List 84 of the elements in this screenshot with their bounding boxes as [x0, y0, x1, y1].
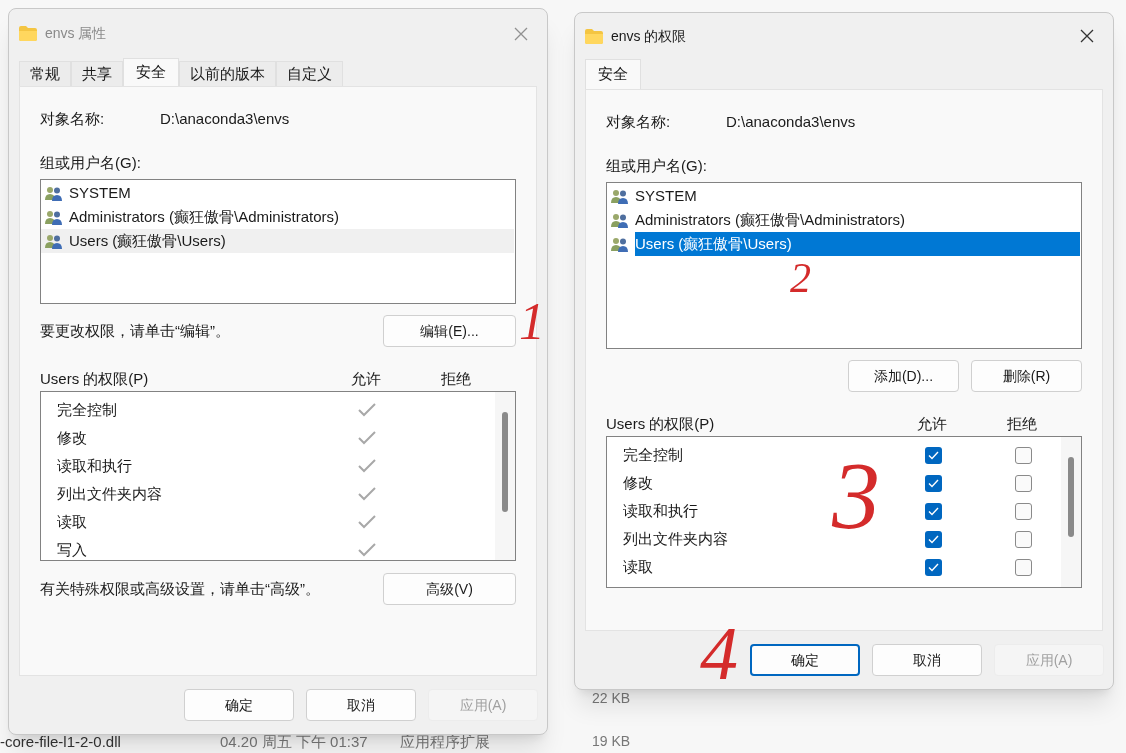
scrollbar-thumb[interactable]: [1068, 457, 1074, 537]
permission-name: 读取: [57, 511, 88, 532]
tab[interactable]: 共享: [71, 61, 123, 86]
users-icon: [611, 236, 629, 252]
dialog-button[interactable]: 确定: [750, 644, 860, 676]
permission-name: 读取和执行: [57, 455, 133, 476]
user-name[interactable]: SYSTEM: [635, 184, 1080, 208]
hint-text: 要更改权限，请单击“编辑”。: [40, 320, 230, 341]
object-label: 对象名称:: [40, 108, 106, 129]
check-icon: [927, 478, 939, 488]
annotation-number: 2: [790, 257, 811, 299]
checkbox[interactable]: [924, 446, 942, 464]
dialog-button[interactable]: 取消: [872, 644, 982, 676]
permission-name: 完全控制: [57, 399, 118, 420]
annotation-number: 1: [519, 296, 545, 348]
user-name[interactable]: Administrators (癫狂傲骨\Administrators): [69, 205, 514, 229]
column-header: 允许: [350, 368, 382, 389]
column-header: 允许: [916, 413, 948, 434]
check-icon: [927, 562, 939, 572]
scrollbar[interactable]: [495, 392, 515, 560]
checkbox[interactable]: [924, 530, 942, 548]
file-date: 04.20 周五 下午 01:37: [220, 732, 369, 752]
object-label: 对象名称:: [606, 111, 672, 132]
tab[interactable]: 常规: [19, 61, 71, 86]
tab[interactable]: 安全: [123, 58, 179, 86]
check-icon: [927, 506, 939, 516]
dialog-button[interactable]: 确定: [184, 689, 294, 721]
permissions-label: Users 的权限(P): [40, 368, 150, 389]
column-header: 拒绝: [1006, 413, 1038, 434]
checkbox[interactable]: [924, 474, 942, 492]
action-button[interactable]: 添加(D)...: [848, 360, 959, 392]
users-icon: [45, 233, 63, 249]
file-size: 19 KB: [592, 732, 631, 751]
users-icon: [45, 209, 63, 225]
permission-name: 读取和执行: [623, 500, 699, 521]
user-name[interactable]: SYSTEM: [69, 181, 514, 205]
object-path: D:\anaconda3\envs: [160, 108, 290, 129]
action-button[interactable]: 编辑(E)...: [383, 315, 516, 347]
permission-name: 列出文件夹内容: [57, 483, 163, 504]
action-button[interactable]: 删除(R): [971, 360, 1082, 392]
permission-name: 写入: [57, 539, 88, 560]
permission-name: 完全控制: [623, 444, 684, 465]
tab[interactable]: 自定义: [276, 61, 343, 86]
checkbox[interactable]: [1014, 530, 1032, 548]
annotation-number: 3: [832, 448, 880, 544]
folder-icon: [585, 28, 603, 44]
dialog-button[interactable]: 取消: [306, 689, 416, 721]
scrollbar[interactable]: [1061, 437, 1081, 587]
checkbox[interactable]: [924, 558, 942, 576]
checkbox[interactable]: [1014, 474, 1032, 492]
user-name[interactable]: Administrators (癫狂傲骨\Administrators): [635, 208, 1080, 232]
users-icon: [611, 188, 629, 204]
advanced-button[interactable]: 高级(V): [383, 573, 516, 605]
column-header: 拒绝: [440, 368, 472, 389]
file-size: 22 KB: [592, 689, 631, 708]
window-title: envs 的权限: [611, 26, 687, 46]
check-icon: [927, 450, 939, 460]
tab[interactable]: 以前的版本: [179, 61, 276, 86]
object-path: D:\anaconda3\envs: [726, 111, 856, 132]
group-label: 组或用户名(G):: [40, 153, 141, 173]
users-icon: [611, 212, 629, 228]
window-title: envs 属性: [45, 24, 107, 43]
file-type: 应用程序扩展: [400, 732, 490, 752]
tab[interactable]: 安全: [585, 59, 641, 89]
checkbox[interactable]: [924, 502, 942, 520]
permission-name: 修改: [623, 472, 654, 493]
hint-text: 有关特殊权限或高级设置，请单击“高级”。: [40, 578, 320, 599]
permission-name: 列出文件夹内容: [623, 528, 729, 549]
user-name[interactable]: Users (癫狂傲骨\Users): [635, 232, 1080, 256]
close-icon: [1080, 29, 1094, 43]
check-icon: [927, 534, 939, 544]
checkbox[interactable]: [1014, 446, 1032, 464]
folder-icon: [19, 26, 37, 41]
permissions-label: Users 的权限(P): [606, 413, 716, 434]
file-name: -core-file-l1-2-0.dll: [0, 732, 122, 752]
group-label: 组或用户名(G):: [606, 156, 707, 176]
users-icon: [45, 185, 63, 201]
permission-name: 读取: [623, 556, 654, 577]
close-icon: [514, 26, 528, 41]
annotation-number: 4: [700, 615, 738, 691]
scrollbar-thumb[interactable]: [502, 412, 508, 512]
checkbox[interactable]: [1014, 558, 1032, 576]
checkbox[interactable]: [1014, 502, 1032, 520]
permission-name: 修改: [57, 427, 88, 448]
